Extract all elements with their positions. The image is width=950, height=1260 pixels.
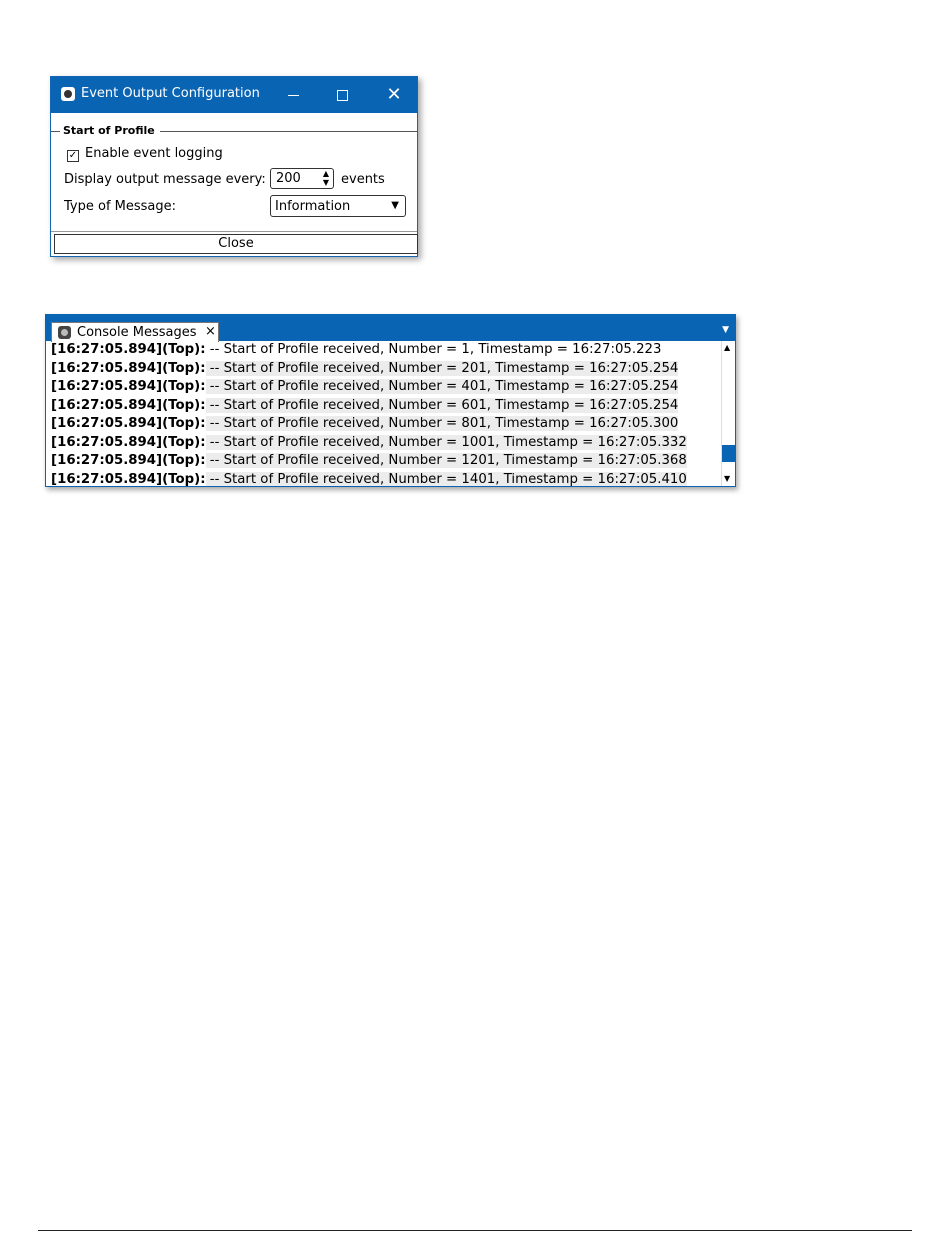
close-window-button[interactable]: ✕ [371, 77, 417, 113]
scrollbar-thumb[interactable] [722, 445, 735, 462]
app-icon [61, 87, 75, 101]
log-prefix: [16:27:05.894](Top): [51, 342, 206, 357]
display-output-value[interactable]: 200 [276, 171, 301, 186]
close-icon: ✕ [386, 84, 402, 105]
log-row[interactable]: [16:27:05.894](Top): -- Start of Profile… [46, 397, 722, 416]
enable-event-logging-checkbox[interactable]: ✓ Enable event logging [67, 146, 223, 162]
scroll-up-icon[interactable]: ▲ [724, 343, 730, 352]
log-row[interactable]: [16:27:05.894](Top): -- Start of Profile… [46, 434, 722, 453]
type-of-message-value: Information [275, 199, 351, 214]
button-separator [51, 231, 417, 232]
log-prefix: [16:27:05.894](Top): [51, 379, 206, 394]
vertical-scrollbar[interactable]: ▲ ▼ [721, 341, 735, 486]
console-icon [58, 326, 71, 339]
log-prefix: [16:27:05.894](Top): [51, 453, 206, 468]
scroll-down-icon[interactable]: ▼ [724, 474, 730, 483]
panel-menu-icon[interactable]: ▼ [722, 325, 729, 335]
display-output-label: Display output message every: [64, 172, 266, 187]
display-output-spinbox[interactable]: 200 ▲ ▼ [270, 168, 334, 189]
log-message: -- Start of Profile received, Number = 6… [205, 397, 679, 413]
dialog-title: Event Output Configuration [81, 86, 260, 101]
console-messages-panel: Console Messages × ▼ [16:27:05.894](Top)… [45, 314, 736, 487]
minimize-icon [287, 94, 299, 96]
maximize-icon [336, 89, 348, 101]
log-message: -- Start of Profile received, Number = 1… [205, 453, 687, 468]
dialog-titlebar[interactable]: Event Output Configuration ✕ [51, 77, 417, 113]
log-prefix: [16:27:05.894](Top): [51, 434, 206, 450]
log-row[interactable]: [16:27:05.894](Top): -- Start of Profile… [46, 471, 722, 487]
chevron-down-icon: ▼ [391, 200, 399, 211]
events-label: events [341, 172, 385, 187]
log-message: -- Start of Profile received, Number = 1… [205, 471, 687, 486]
log-row[interactable]: [16:27:05.894](Top): -- Start of Profile… [46, 452, 722, 471]
minimize-button[interactable] [270, 77, 316, 113]
log-message: -- Start of Profile received, Number = 2… [205, 360, 679, 376]
type-of-message-select[interactable]: Information ▼ [270, 195, 406, 217]
page-footer-rule [38, 1230, 912, 1231]
log-list[interactable]: [16:27:05.894](Top): -- Start of Profile… [46, 341, 722, 486]
log-row[interactable]: [16:27:05.894](Top): -- Start of Profile… [46, 378, 722, 397]
checkbox-icon[interactable]: ✓ [67, 150, 79, 162]
log-message: -- Start of Profile received, Number = 1… [205, 342, 662, 357]
enable-event-logging-label: Enable event logging [85, 146, 223, 161]
log-row[interactable]: [16:27:05.894](Top): -- Start of Profile… [46, 341, 722, 360]
maximize-button[interactable] [319, 77, 365, 113]
log-message: -- Start of Profile received, Number = 4… [205, 379, 679, 394]
log-message: -- Start of Profile received, Number = 1… [205, 434, 687, 450]
group-title: Start of Profile [60, 124, 160, 137]
log-prefix: [16:27:05.894](Top): [51, 397, 206, 413]
log-prefix: [16:27:05.894](Top): [51, 416, 206, 431]
tab-label: Console Messages [77, 325, 197, 340]
spin-arrows-icon[interactable]: ▲ ▼ [323, 169, 329, 187]
tab-bar: Console Messages × ▼ [46, 321, 735, 342]
event-output-configuration-dialog: Event Output Configuration ✕ Start of Pr… [50, 76, 418, 257]
tab-close-icon[interactable]: × [205, 324, 216, 339]
log-message: -- Start of Profile received, Number = 8… [205, 416, 679, 431]
log-row[interactable]: [16:27:05.894](Top): -- Start of Profile… [46, 360, 722, 379]
type-of-message-label: Type of Message: [64, 199, 177, 214]
log-prefix: [16:27:05.894](Top): [51, 360, 206, 376]
log-prefix: [16:27:05.894](Top): [51, 471, 206, 487]
tab-console-messages[interactable]: Console Messages × [51, 322, 219, 342]
close-button[interactable]: Close [54, 234, 418, 254]
log-row[interactable]: [16:27:05.894](Top): -- Start of Profile… [46, 415, 722, 434]
